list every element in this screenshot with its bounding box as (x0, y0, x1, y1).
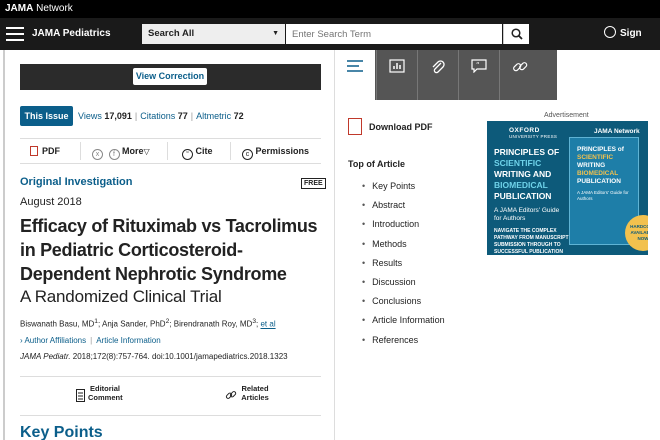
pdf-button[interactable]: PDF (30, 139, 60, 163)
toc-item[interactable]: Results (362, 256, 445, 275)
article-subtitle: A Randomized Clinical Trial (20, 287, 222, 306)
jama-network-logo: JAMA Network (594, 128, 640, 135)
journal-header: JAMA Pediatrics Search All ▼ Sign In∨ (0, 18, 660, 71)
comment-icon: “ (471, 59, 487, 73)
ad-tagline: NAVIGATE THE COMPLEX PATHWAY FROM MANUSC… (494, 228, 569, 255)
views-label[interactable]: Views (78, 111, 102, 121)
related-content-bar: Editorial Comment Related Articles (20, 376, 321, 416)
oxford-logo: OXFORD UNIVERSITY PRESS (509, 127, 558, 139)
key-points-heading: Key Points (20, 424, 103, 440)
chart-icon (389, 59, 405, 73)
citation-details: 2018;172(8):757-764. doi:10.1001/jamaped… (70, 352, 288, 361)
network-logo-text: Network (33, 3, 73, 14)
article-type[interactable]: Original Investigation (20, 176, 132, 188)
copyright-icon: c (242, 149, 253, 160)
triangle-down-icon: ▽ (143, 147, 150, 156)
user-icon (604, 26, 616, 38)
pdf-label: PDF (42, 146, 60, 156)
toc-item[interactable]: Abstract (362, 198, 445, 217)
hardcopy-badge: HARDCOPY AVAILABLE NOW (625, 215, 648, 251)
network-logo[interactable]: JAMA (5, 3, 33, 14)
ad-guide-text: A JAMA Editors' Guide for Authors (494, 207, 560, 222)
chevron-right-icon: › (20, 336, 23, 345)
author-affiliations-link[interactable]: Author Affiliations (24, 336, 86, 345)
paperclip-icon (432, 60, 445, 74)
search-input[interactable] (286, 24, 502, 44)
publication-date: August 2018 (20, 196, 82, 208)
toc-item[interactable]: References (362, 333, 445, 352)
twitter-icon[interactable]: x (92, 149, 103, 160)
toc-heading: Top of Article (348, 159, 405, 169)
view-correction-button[interactable]: View Correction (133, 68, 207, 85)
facebook-icon[interactable]: f (108, 149, 120, 160)
share-icons[interactable]: x f (92, 139, 120, 163)
cite-button[interactable]: “ Cite (182, 139, 213, 163)
tab-figures[interactable] (376, 50, 416, 100)
author-list: Biswanath Basu, MD1; Anja Sander, PhD2; … (20, 318, 276, 329)
author-info-links: › Author Affiliations | Article Informatio… (20, 336, 161, 345)
cite-label: Cite (195, 146, 213, 156)
ad-headline: PRINCIPLES OF SCIENTIFIC WRITING AND BIO… (494, 147, 560, 201)
chevron-down-icon: ∨ (616, 63, 623, 70)
citation-journal: JAMA Pediatr. (20, 352, 71, 361)
quote-icon: “ (182, 149, 193, 160)
author-name[interactable]: Biswanath Basu, MD (20, 320, 94, 329)
tab-attachments[interactable] (417, 50, 457, 100)
advertisement-label: Advertisement (544, 112, 589, 119)
toc-item[interactable]: Discussion (362, 275, 445, 294)
toc-item[interactable]: Methods (362, 237, 445, 256)
altmetric-label[interactable]: Altmetric (196, 111, 231, 121)
journal-title[interactable]: JAMA Pediatrics (32, 18, 111, 50)
more-label: More (122, 146, 144, 156)
related-articles-link[interactable]: Related Articles (238, 384, 272, 402)
article-toolbar: PDF x f More▽ “ Cite c Permissions (20, 138, 321, 164)
altmetric-score: 72 (233, 111, 244, 121)
search-category-label: Search All (148, 28, 195, 39)
permissions-label: Permissions (255, 146, 310, 156)
author-name[interactable]: Birendranath Roy, MD (174, 320, 253, 329)
sidebar-tabs: “ (335, 50, 557, 100)
this-issue-button[interactable]: This Issue (20, 106, 73, 126)
list-icon (347, 60, 363, 72)
views-count: 17,091 (104, 111, 132, 121)
table-of-contents: Key Points Abstract Introduction Methods… (362, 179, 445, 352)
pdf-icon (30, 146, 38, 156)
search-button[interactable] (503, 24, 529, 44)
network-bar: JAMA Network (0, 0, 660, 18)
svg-text:“: “ (476, 61, 480, 69)
download-pdf-link[interactable]: Download PDF (348, 118, 433, 135)
toc-item[interactable]: Conclusions (362, 294, 445, 313)
link-icon (225, 391, 237, 399)
tab-comments[interactable]: “ (458, 50, 498, 100)
citations-count: 77 (177, 111, 188, 121)
search-category-select[interactable]: Search All ▼ (142, 24, 285, 44)
more-button[interactable]: More▽ (122, 139, 150, 164)
toc-item[interactable]: Introduction (362, 217, 445, 236)
permissions-button[interactable]: c Permissions (242, 139, 309, 163)
author-name[interactable]: Anja Sander, PhD (102, 320, 166, 329)
scrollbar[interactable] (3, 50, 5, 440)
article-title: Efficacy of Rituximab vs Tacrolimus in P… (20, 216, 318, 284)
pdf-icon (348, 118, 362, 135)
article-metrics: Views 17,091 | Citations 77 | Altmetric 72 (78, 111, 244, 121)
caret-down-icon: ▼ (272, 30, 279, 37)
toc-item[interactable]: Article Information (362, 313, 445, 332)
et-al-link[interactable]: et al (260, 320, 275, 329)
article-information-link[interactable]: Article Information (96, 336, 160, 345)
editorial-comment-link[interactable]: Editorial Comment (88, 384, 123, 402)
tab-related[interactable] (499, 50, 539, 100)
download-pdf-label: Download PDF (369, 122, 433, 132)
advertisement-banner[interactable]: OXFORD UNIVERSITY PRESS JAMA Network PRIN… (487, 121, 648, 255)
tab-contents[interactable] (335, 50, 375, 100)
link-icon (513, 62, 528, 72)
citation-line: JAMA Pediatr. 2018;172(8):757-764. doi:1… (20, 352, 288, 361)
hamburger-menu-icon[interactable] (6, 27, 24, 41)
sign-in-link[interactable]: Sign In ∨ (604, 18, 660, 83)
toc-item[interactable]: Key Points (362, 179, 445, 198)
free-badge: FREE (301, 178, 326, 189)
document-icon (76, 389, 85, 402)
citations-label[interactable]: Citations (140, 111, 175, 121)
search-icon (511, 28, 523, 40)
